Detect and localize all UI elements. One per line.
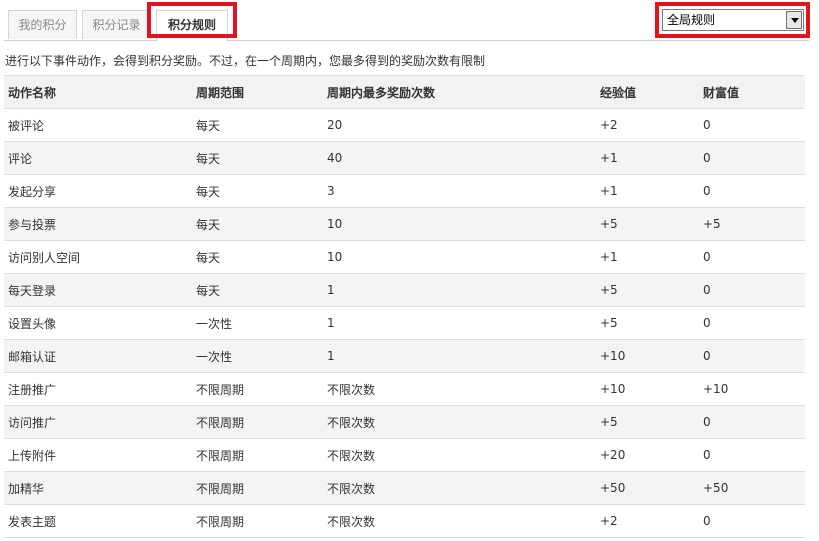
wealth-cell: 0 <box>699 240 805 274</box>
wealth-cell: +50 <box>699 471 805 505</box>
experience-cell: +50 <box>596 471 699 505</box>
table-row: 访问推广 不限周期 不限次数 +5 0 <box>4 405 805 439</box>
rules-table: 动作名称 周期范围 周期内最多奖励次数 经验值 财富值 被评论 每天 20 +2 0 评论… <box>4 75 805 538</box>
max-rewards-cell: 1 <box>323 273 596 307</box>
tab-points-log[interactable]: 积分记录 <box>82 10 151 39</box>
header-period: 周期范围 <box>192 75 323 109</box>
max-rewards-cell: 不限次数 <box>323 438 596 472</box>
max-rewards-cell: 10 <box>323 207 596 241</box>
chevron-down-icon[interactable] <box>786 11 802 29</box>
period-cell: 一次性 <box>192 306 323 340</box>
period-cell: 不限周期 <box>192 438 323 472</box>
period-cell: 不限周期 <box>192 471 323 505</box>
action-name-cell: 评论 <box>4 141 192 175</box>
period-cell: 不限周期 <box>192 372 323 406</box>
action-name-cell: 发表主题 <box>4 504 192 538</box>
table-row: 每天登录 每天 1 +5 0 <box>4 273 805 307</box>
period-cell: 不限周期 <box>192 405 323 439</box>
wealth-cell: +10 <box>699 372 805 406</box>
max-rewards-cell: 1 <box>323 339 596 373</box>
experience-cell: +5 <box>596 405 699 439</box>
wealth-cell: 0 <box>699 438 805 472</box>
experience-cell: +1 <box>596 174 699 208</box>
table-row: 被评论 每天 20 +2 0 <box>4 108 805 142</box>
wealth-cell: 0 <box>699 339 805 373</box>
experience-cell: +1 <box>596 141 699 175</box>
action-name-cell: 访问推广 <box>4 405 192 439</box>
rules-description: 进行以下事件动作，会得到积分奖励。不过，在一个周期内，您最多得到的奖励次数有限制 <box>5 54 486 68</box>
period-cell: 每天 <box>192 207 323 241</box>
experience-cell: +2 <box>596 108 699 142</box>
max-rewards-cell: 10 <box>323 240 596 274</box>
wealth-cell: 0 <box>699 306 805 340</box>
tab-my-points[interactable]: 我的积分 <box>8 10 77 39</box>
wealth-cell: 0 <box>699 174 805 208</box>
header-max-rewards: 周期内最多奖励次数 <box>323 75 596 109</box>
tab-points-rules[interactable]: 积分规则 <box>156 10 228 41</box>
experience-cell: +2 <box>596 504 699 538</box>
table-row: 参与投票 每天 10 +5 +5 <box>4 207 805 241</box>
experience-cell: +5 <box>596 273 699 307</box>
table-header-row: 动作名称 周期范围 周期内最多奖励次数 经验值 财富值 <box>4 75 805 109</box>
experience-cell: +5 <box>596 207 699 241</box>
experience-cell: +10 <box>596 372 699 406</box>
action-name-cell: 加精华 <box>4 471 192 505</box>
rule-scope-select[interactable]: 全局规则 <box>662 9 804 31</box>
table-row: 加精华 不限周期 不限次数 +50 +50 <box>4 471 805 505</box>
wealth-cell: 0 <box>699 108 805 142</box>
max-rewards-cell: 3 <box>323 174 596 208</box>
period-cell: 每天 <box>192 273 323 307</box>
rule-scope-select-value: 全局规则 <box>667 13 716 27</box>
table-row: 发起分享 每天 3 +1 0 <box>4 174 805 208</box>
max-rewards-cell: 不限次数 <box>323 504 596 538</box>
experience-cell: +20 <box>596 438 699 472</box>
header-action-name: 动作名称 <box>4 75 192 109</box>
action-name-cell: 被评论 <box>4 108 192 142</box>
max-rewards-cell: 20 <box>323 108 596 142</box>
max-rewards-cell: 不限次数 <box>323 405 596 439</box>
action-name-cell: 上传附件 <box>4 438 192 472</box>
table-row: 邮箱认证 一次性 1 +10 0 <box>4 339 805 373</box>
table-row: 注册推广 不限周期 不限次数 +10 +10 <box>4 372 805 406</box>
period-cell: 不限周期 <box>192 504 323 538</box>
table-row: 访问别人空间 每天 10 +1 0 <box>4 240 805 274</box>
action-name-cell: 发起分享 <box>4 174 192 208</box>
action-name-cell: 访问别人空间 <box>4 240 192 274</box>
table-row: 评论 每天 40 +1 0 <box>4 141 805 175</box>
table-row: 设置头像 一次性 1 +5 0 <box>4 306 805 340</box>
header-experience: 经验值 <box>596 75 699 109</box>
action-name-cell: 注册推广 <box>4 372 192 406</box>
header-wealth: 财富值 <box>699 75 805 109</box>
action-name-cell: 参与投票 <box>4 207 192 241</box>
experience-cell: +5 <box>596 306 699 340</box>
experience-cell: +1 <box>596 240 699 274</box>
period-cell: 每天 <box>192 174 323 208</box>
action-name-cell: 设置头像 <box>4 306 192 340</box>
max-rewards-cell: 40 <box>323 141 596 175</box>
table-row: 发表主题 不限周期 不限次数 +2 0 <box>4 504 805 538</box>
wealth-cell: 0 <box>699 141 805 175</box>
wealth-cell: 0 <box>699 405 805 439</box>
period-cell: 每天 <box>192 141 323 175</box>
experience-cell: +10 <box>596 339 699 373</box>
action-name-cell: 邮箱认证 <box>4 339 192 373</box>
period-cell: 一次性 <box>192 339 323 373</box>
max-rewards-cell: 不限次数 <box>323 471 596 505</box>
action-name-cell: 每天登录 <box>4 273 192 307</box>
max-rewards-cell: 1 <box>323 306 596 340</box>
table-row: 上传附件 不限周期 不限次数 +20 0 <box>4 438 805 472</box>
period-cell: 每天 <box>192 240 323 274</box>
period-cell: 每天 <box>192 108 323 142</box>
max-rewards-cell: 不限次数 <box>323 372 596 406</box>
wealth-cell: +5 <box>699 207 805 241</box>
wealth-cell: 0 <box>699 504 805 538</box>
wealth-cell: 0 <box>699 273 805 307</box>
